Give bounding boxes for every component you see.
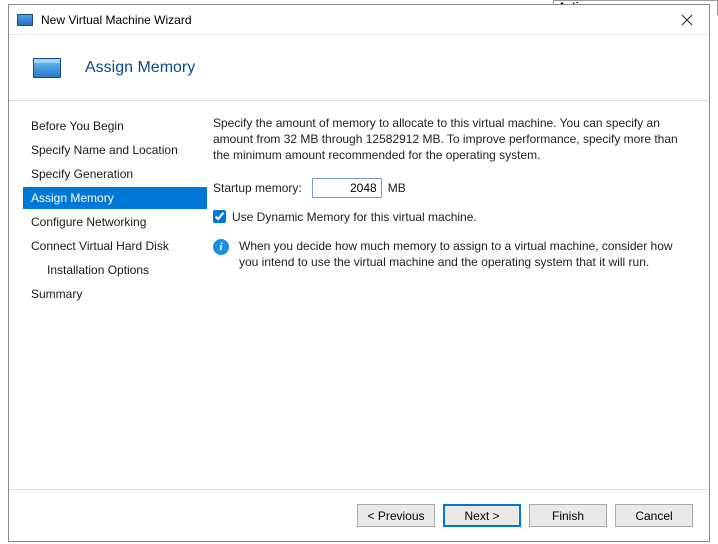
startup-memory-label: Startup memory: <box>213 181 302 195</box>
app-icon <box>17 14 33 26</box>
cancel-button[interactable]: Cancel <box>615 504 693 527</box>
previous-button[interactable]: < Previous <box>357 504 435 527</box>
startup-memory-unit: MB <box>388 181 406 195</box>
step-before-you-begin[interactable]: Before You Begin <box>23 115 207 137</box>
window-title: New Virtual Machine Wizard <box>41 13 673 27</box>
info-text: When you decide how much memory to assig… <box>239 238 691 270</box>
dynamic-memory-row: Use Dynamic Memory for this virtual mach… <box>213 210 691 224</box>
startup-memory-row: Startup memory: MB <box>213 178 691 198</box>
step-specify-name[interactable]: Specify Name and Location <box>23 139 207 161</box>
step-specify-generation[interactable]: Specify Generation <box>23 163 207 185</box>
wizard-footer: < Previous Next > Finish Cancel <box>9 489 709 541</box>
wizard-header: Assign Memory <box>9 35 709 101</box>
step-summary[interactable]: Summary <box>23 283 207 305</box>
finish-button[interactable]: Finish <box>529 504 607 527</box>
step-connect-vhd[interactable]: Connect Virtual Hard Disk <box>23 235 207 257</box>
startup-memory-input[interactable] <box>312 178 382 198</box>
memory-description: Specify the amount of memory to allocate… <box>213 115 691 164</box>
step-configure-networking[interactable]: Configure Networking <box>23 211 207 233</box>
info-panel: i When you decide how much memory to ass… <box>213 238 691 270</box>
wizard-body: Before You Begin Specify Name and Locati… <box>9 101 709 489</box>
wizard-steps-sidebar: Before You Begin Specify Name and Locati… <box>9 101 207 489</box>
wizard-dialog: New Virtual Machine Wizard Assign Memory… <box>8 4 710 542</box>
wizard-content: Specify the amount of memory to allocate… <box>207 101 709 489</box>
titlebar: New Virtual Machine Wizard <box>9 5 709 35</box>
step-assign-memory[interactable]: Assign Memory <box>23 187 207 209</box>
step-installation-options[interactable]: Installation Options <box>23 259 207 281</box>
dynamic-memory-checkbox[interactable] <box>213 210 226 223</box>
wizard-header-icon <box>33 58 61 78</box>
next-button[interactable]: Next > <box>443 504 521 527</box>
close-button[interactable] <box>673 6 701 34</box>
info-icon: i <box>213 239 229 255</box>
page-title: Assign Memory <box>85 59 195 77</box>
dynamic-memory-label: Use Dynamic Memory for this virtual mach… <box>232 210 477 224</box>
